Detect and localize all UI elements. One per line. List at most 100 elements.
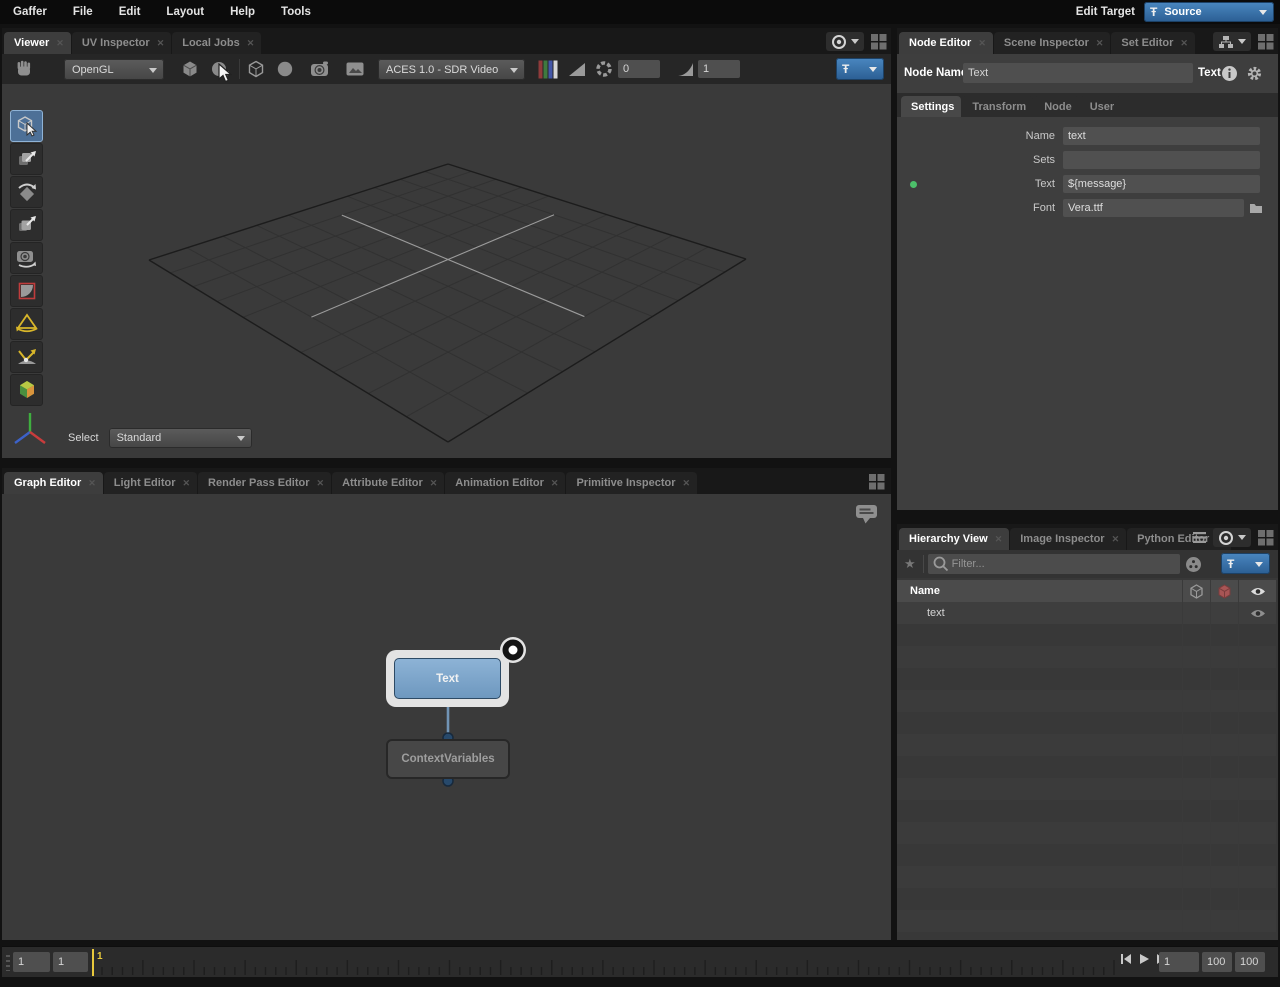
playback-end-field[interactable]: 100 <box>1235 952 1265 972</box>
select-tool-button[interactable] <box>10 110 43 142</box>
tab-scene-inspector[interactable]: Scene Inspector <box>994 32 1111 54</box>
table-row[interactable]: text <box>897 602 1276 624</box>
exclusions-column-header[interactable] <box>1210 580 1238 602</box>
focus-ring-icon[interactable] <box>497 634 529 666</box>
field-input-sets[interactable] <box>1063 151 1260 169</box>
node-name-input[interactable]: Text <box>963 63 1193 83</box>
filter-settings-button[interactable] <box>1185 556 1202 573</box>
browse-folder-button[interactable] <box>1249 202 1263 217</box>
frame-increment-field[interactable]: 1 <box>53 952 88 972</box>
image-pass-button[interactable] <box>342 58 368 80</box>
layout-grid-icon[interactable] <box>868 473 885 490</box>
close-tab-icon[interactable] <box>157 38 165 49</box>
close-tab-icon[interactable] <box>183 478 191 489</box>
tab-user[interactable]: User <box>1080 96 1121 117</box>
playhead[interactable] <box>92 949 94 976</box>
light-rotate-tool-button[interactable] <box>10 308 43 340</box>
skip-to-start-button[interactable] <box>1120 953 1132 965</box>
node-editor-mode-button[interactable] <box>1213 32 1251 51</box>
wireframe-cube-button[interactable] <box>244 58 268 80</box>
hierarchy-focus-menu-button[interactable] <box>1213 528 1251 547</box>
tab-transform[interactable]: Transform <box>962 96 1033 117</box>
tab-settings[interactable]: Settings <box>901 96 961 117</box>
field-input-name[interactable]: text <box>1063 127 1260 145</box>
layout-grid-icon[interactable] <box>870 33 887 50</box>
tab-set-editor[interactable]: Set Editor <box>1111 32 1195 54</box>
tab-node-editor[interactable]: Node Editor <box>899 32 993 54</box>
tab-graph-editor[interactable]: Graph Editor <box>4 472 103 494</box>
hamburger-menu-icon[interactable] <box>1192 531 1207 544</box>
menu-item-help[interactable]: Help <box>217 0 268 24</box>
layout-grid-icon[interactable] <box>1257 529 1274 546</box>
tab-primitive-inspector[interactable]: Primitive Inspector <box>566 472 697 494</box>
timeline-grip[interactable] <box>6 955 10 971</box>
close-tab-icon[interactable] <box>430 478 438 489</box>
translate-tool-button[interactable] <box>10 143 43 175</box>
node-contextvariables[interactable]: ContextVariables <box>386 739 510 779</box>
close-tab-icon[interactable] <box>1096 38 1104 49</box>
close-tab-icon[interactable] <box>56 38 64 49</box>
rotate-tool-button[interactable] <box>10 176 43 208</box>
field-input-font[interactable]: Vera.ttf <box>1063 199 1244 217</box>
gamma-field[interactable]: 1 <box>698 60 740 78</box>
exposure-field[interactable]: 0 <box>618 60 660 78</box>
display-transform-dropdown[interactable]: ACES 1.0 - SDR Video <box>378 59 525 80</box>
filter-input[interactable]: Filter... <box>928 554 1180 574</box>
menu-item-layout[interactable]: Layout <box>153 0 217 24</box>
menu-item-file[interactable]: File <box>60 0 106 24</box>
node-text[interactable]: Text <box>394 658 501 699</box>
renderer-dropdown[interactable]: OpenGL <box>64 59 164 80</box>
layout-grid-icon[interactable] <box>1257 33 1274 50</box>
close-tab-icon[interactable] <box>1112 534 1120 545</box>
menu-item-edit[interactable]: Edit <box>106 0 154 24</box>
light-bounce-tool-button[interactable] <box>10 341 43 373</box>
close-tab-icon[interactable] <box>978 38 986 49</box>
gamma-button[interactable] <box>674 58 696 80</box>
viewer-focus-menu-button[interactable] <box>826 32 864 51</box>
graph-canvas[interactable]: Text ContextVariables <box>2 494 891 940</box>
close-tab-icon[interactable] <box>247 38 255 49</box>
frame-ruler[interactable] <box>2 947 1278 978</box>
close-tab-icon[interactable] <box>683 478 691 489</box>
viewer-pin-dropdown[interactable] <box>836 58 884 80</box>
tab-light-editor[interactable]: Light Editor <box>104 472 197 494</box>
node-settings-button[interactable] <box>1246 65 1263 82</box>
close-tab-icon[interactable] <box>317 478 325 489</box>
tab-image-inspector[interactable]: Image Inspector <box>1010 528 1126 550</box>
sphere-button[interactable] <box>273 58 297 80</box>
viewport-3d[interactable]: Select Standard <box>2 84 891 458</box>
inclusions-column-header[interactable] <box>1182 580 1210 602</box>
close-tab-icon[interactable] <box>995 534 1003 545</box>
node-info-button[interactable] <box>1221 65 1238 82</box>
shaded-cube-button[interactable] <box>178 58 202 80</box>
scale-tool-button[interactable] <box>10 209 43 241</box>
range-end-field[interactable]: 100 <box>1202 952 1232 972</box>
close-tab-icon[interactable] <box>88 478 96 489</box>
tab-hierarchy-view[interactable]: Hierarchy View <box>899 528 1009 550</box>
menu-item-tools[interactable]: Tools <box>268 0 324 24</box>
row-inclusions-cell[interactable] <box>1182 602 1210 624</box>
tab-render-pass-editor[interactable]: Render Pass Editor <box>198 472 331 494</box>
crop-tool-button[interactable] <box>10 275 43 307</box>
pan-hand-button[interactable] <box>12 58 36 80</box>
tab-node[interactable]: Node <box>1034 96 1079 117</box>
current-frame-field[interactable]: 1 <box>13 952 50 972</box>
channels-button[interactable] <box>536 58 560 80</box>
row-exclusions-cell[interactable] <box>1210 602 1238 624</box>
select-mode-dropdown[interactable]: Standard <box>109 428 252 448</box>
play-button[interactable] <box>1138 953 1150 965</box>
camera-tool-button[interactable] <box>10 242 43 274</box>
edit-target-dropdown[interactable]: Source <box>1144 2 1274 22</box>
tab-animation-editor[interactable]: Animation Editor <box>445 472 565 494</box>
tab-attribute-editor[interactable]: Attribute Editor <box>332 472 444 494</box>
hierarchy-pin-dropdown[interactable] <box>1221 553 1270 574</box>
aperture-button[interactable] <box>593 58 615 80</box>
close-tab-icon[interactable] <box>551 478 559 489</box>
bookmark-star-icon[interactable] <box>897 556 923 572</box>
tab-local-jobs[interactable]: Local Jobs <box>172 32 261 54</box>
annotation-bubble-icon[interactable] <box>855 504 879 528</box>
field-input-text[interactable]: ${message} <box>1063 175 1260 193</box>
visibility-column-header[interactable] <box>1238 580 1276 602</box>
tab-uv-inspector[interactable]: UV Inspector <box>72 32 171 54</box>
tab-viewer[interactable]: Viewer <box>4 32 71 54</box>
